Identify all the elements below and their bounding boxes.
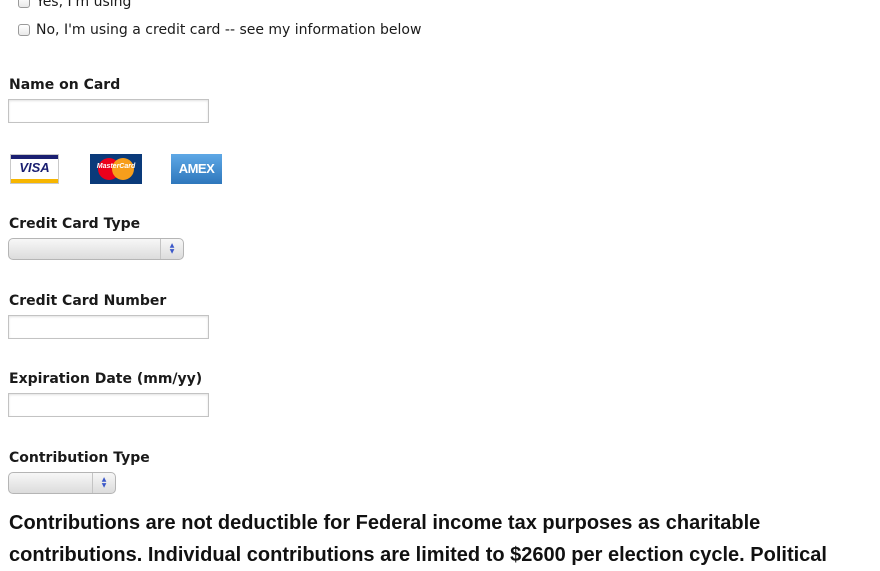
visa-logo: VISA xyxy=(10,154,59,184)
credit-card-checkbox[interactable] xyxy=(18,24,30,36)
card-number-input[interactable] xyxy=(8,315,209,339)
expiration-input[interactable] xyxy=(8,393,209,417)
name-on-card-label: Name on Card xyxy=(9,77,121,93)
legal-disclaimer: Contributions are not deductible for Fed… xyxy=(9,512,827,566)
card-type-label: Credit Card Type xyxy=(9,216,141,232)
payment-option-top-label: Yes, I'm using xyxy=(36,0,132,10)
expiration-label: Expiration Date (mm/yy) xyxy=(9,371,203,387)
card-number-label: Credit Card Number xyxy=(9,293,167,309)
mastercard-logo: MasterCard xyxy=(90,154,142,184)
amex-logo: AMEX xyxy=(171,154,222,184)
payment-option-top[interactable]: Yes, I'm using xyxy=(18,0,131,10)
contribution-type-select[interactable]: ▲ ▼ xyxy=(8,472,116,494)
checkbox[interactable] xyxy=(18,0,30,8)
select-arrows-icon: ▲ ▼ xyxy=(92,473,115,493)
name-on-card-input[interactable] xyxy=(8,99,209,123)
select-arrows-icon: ▲ ▼ xyxy=(160,239,183,259)
contribution-type-label: Contribution Type xyxy=(9,450,150,466)
card-type-select[interactable]: ▲ ▼ xyxy=(8,238,184,260)
payment-option-credit-card[interactable]: No, I'm using a credit card -- see my in… xyxy=(18,22,421,38)
credit-card-option-label: No, I'm using a credit card -- see my in… xyxy=(36,22,422,38)
